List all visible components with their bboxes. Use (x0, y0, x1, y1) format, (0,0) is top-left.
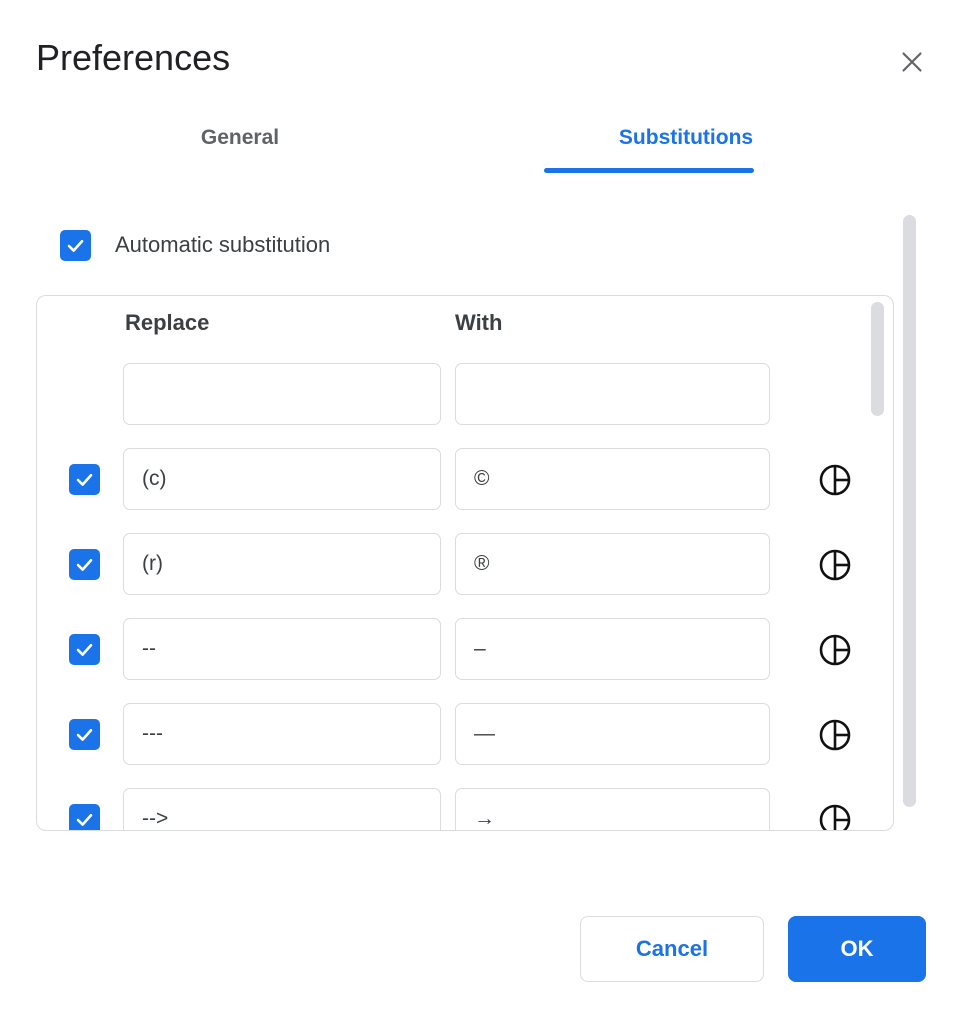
automatic-substitution-row: Automatic substitution (60, 228, 330, 262)
preferences-dialog: Preferences General Substitutions Automa… (0, 0, 966, 1024)
active-tab-indicator (544, 168, 754, 173)
ok-button[interactable]: OK (788, 916, 926, 982)
with-input[interactable]: — (455, 703, 770, 765)
automatic-substitution-label: Automatic substitution (115, 232, 331, 257)
close-button[interactable] (892, 42, 932, 82)
table-column-headers: Replace With (37, 310, 893, 344)
tab-general[interactable]: General (110, 122, 370, 174)
table-row: --- — (37, 692, 893, 777)
row-enabled-checkbox[interactable] (69, 464, 100, 495)
replace-input[interactable]: (c) (123, 448, 441, 510)
panel-scrollbar[interactable] (871, 302, 884, 826)
checkmark-icon (74, 639, 95, 660)
delete-row-button[interactable] (815, 802, 855, 830)
table-row: (r) ® (37, 522, 893, 607)
replace-input[interactable] (123, 363, 441, 425)
replace-input[interactable]: -- (123, 618, 441, 680)
with-input[interactable] (455, 363, 770, 425)
table-row (37, 352, 893, 437)
delete-icon (818, 548, 852, 582)
dialog-footer: Cancel OK (0, 916, 966, 986)
close-icon (899, 49, 925, 75)
checkmark-icon (74, 724, 95, 745)
checkmark-icon (74, 809, 95, 830)
row-enabled-checkbox[interactable] (69, 719, 100, 750)
table-row: (c) © (37, 437, 893, 522)
tab-bar: General Substitutions (36, 122, 930, 174)
checkmark-icon (74, 469, 95, 490)
row-enabled-checkbox[interactable] (69, 804, 100, 830)
row-enabled-checkbox[interactable] (69, 549, 100, 580)
with-input[interactable]: © (455, 448, 770, 510)
tab-substitutions[interactable]: Substitutions (542, 122, 830, 174)
tab-general-label: General (200, 126, 280, 149)
checkmark-icon (74, 554, 95, 575)
replace-input[interactable]: --> (123, 788, 441, 830)
automatic-substitution-checkbox[interactable] (60, 229, 91, 261)
with-input[interactable]: ® (455, 533, 770, 595)
delete-row-button[interactable] (815, 632, 855, 668)
cancel-button[interactable]: Cancel (580, 916, 764, 982)
column-header-replace: Replace (125, 310, 210, 335)
column-header-with: With (455, 310, 503, 335)
delete-row-button[interactable] (815, 462, 855, 498)
dialog-scrollbar[interactable] (903, 215, 916, 807)
delete-icon (818, 718, 852, 752)
replace-input[interactable]: --- (123, 703, 441, 765)
replace-input[interactable]: (r) (123, 533, 441, 595)
tab-substitutions-label: Substitutions (618, 126, 754, 149)
delete-row-button[interactable] (815, 547, 855, 583)
row-enabled-checkbox[interactable] (69, 634, 100, 665)
delete-icon (818, 803, 852, 830)
table-row: -- – (37, 607, 893, 692)
dialog-scrollbar-thumb[interactable] (903, 215, 916, 807)
delete-icon (818, 633, 852, 667)
table-row: --> → (37, 777, 893, 830)
panel-scrollbar-thumb[interactable] (871, 302, 884, 416)
with-input[interactable]: – (455, 618, 770, 680)
with-input[interactable]: → (455, 788, 770, 830)
delete-icon (818, 463, 852, 497)
delete-row-button[interactable] (815, 717, 855, 753)
checkmark-icon (65, 235, 86, 256)
substitutions-panel: Replace With (c) © (r) ® -- – --- — --> … (36, 295, 894, 831)
page-title: Preferences (36, 37, 231, 78)
dialog-header: Preferences (0, 0, 966, 110)
